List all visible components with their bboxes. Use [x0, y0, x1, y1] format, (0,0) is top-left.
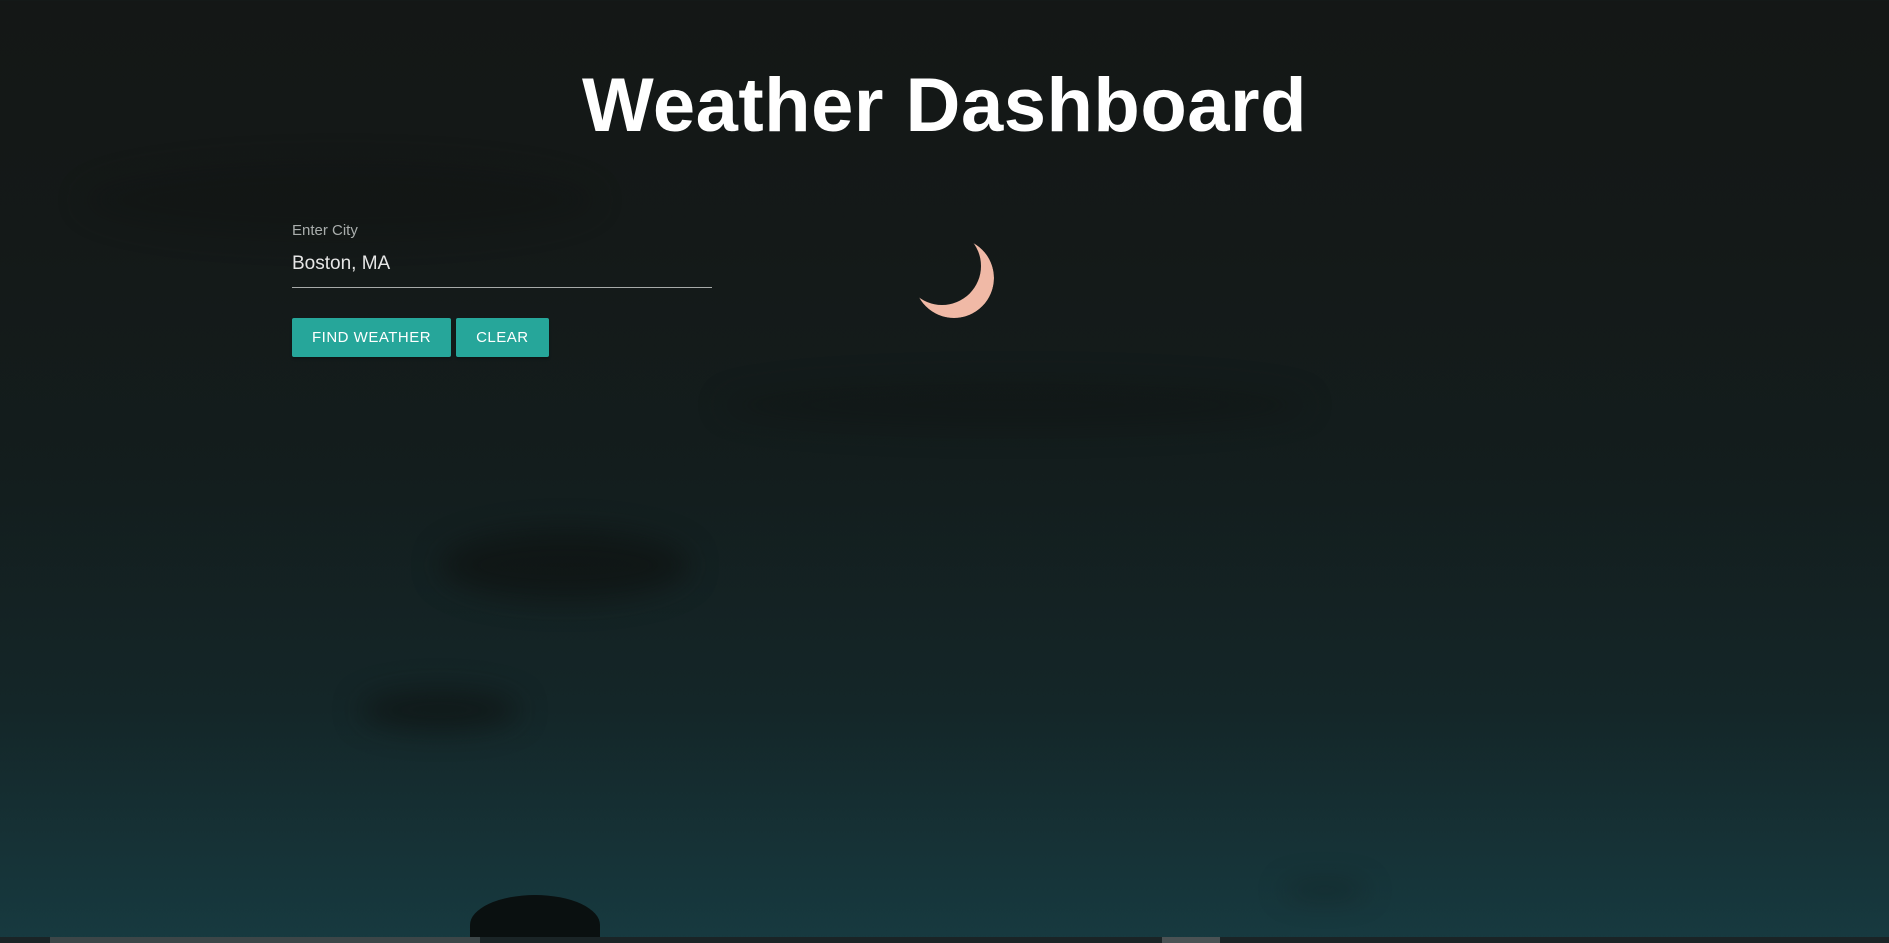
city-input-label: Enter City — [292, 222, 358, 239]
cloud-shape — [440, 530, 690, 600]
city-input[interactable] — [292, 249, 712, 288]
scrollbar-thumb[interactable] — [50, 937, 480, 943]
find-weather-button[interactable]: Find Weather — [292, 318, 452, 357]
cloud-shape — [720, 380, 1310, 430]
city-search-form: Enter City Find Weather Clear — [292, 222, 712, 357]
cloud-shape — [1280, 880, 1370, 900]
button-row: Find Weather Clear — [292, 318, 712, 357]
page-title: Weather Dashboard — [581, 63, 1308, 148]
crescent-moon-icon — [914, 238, 994, 318]
scrollbar-handle[interactable] — [1162, 937, 1220, 943]
rock-silhouette — [470, 895, 600, 943]
clear-button[interactable]: Clear — [456, 318, 549, 357]
cloud-shape — [360, 690, 520, 730]
